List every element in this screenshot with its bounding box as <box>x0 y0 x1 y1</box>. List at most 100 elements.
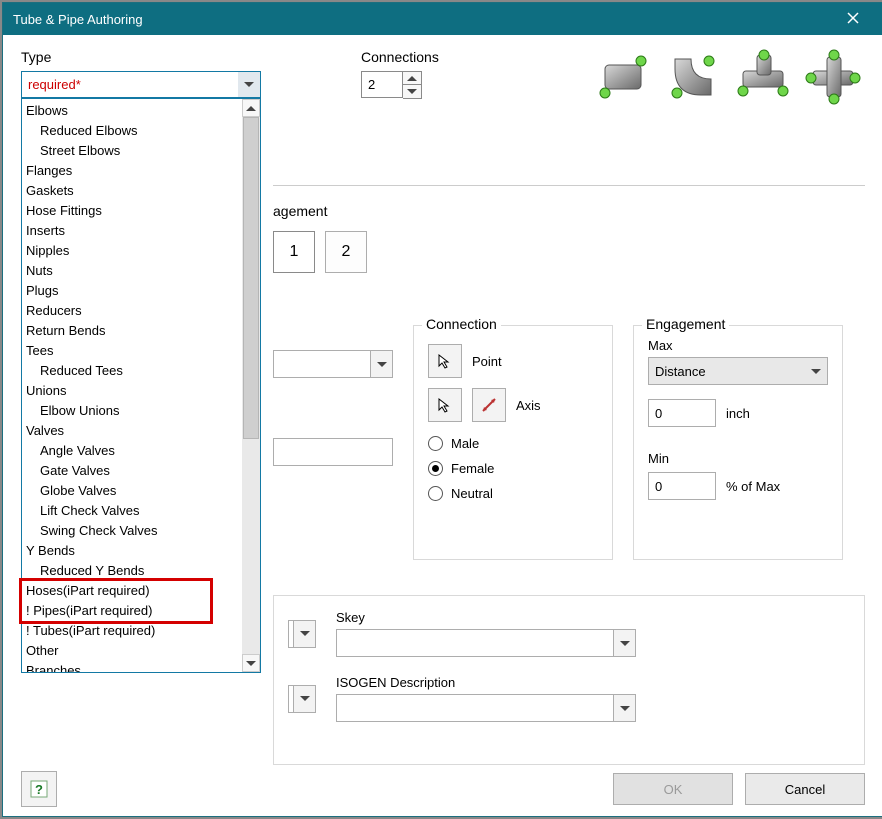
radio-female[interactable] <box>428 461 443 476</box>
chevron-down-icon <box>407 89 417 94</box>
type-option[interactable]: Reducers <box>22 301 242 321</box>
type-option[interactable]: Street Elbows <box>22 141 242 161</box>
skey-type-select[interactable] <box>288 620 316 648</box>
close-button[interactable] <box>833 12 873 27</box>
scroll-down-button[interactable] <box>242 654 260 672</box>
close-icon <box>847 12 859 24</box>
type-combo-wrap: required* ElbowsReduced ElbowsStreet Elb… <box>21 71 261 98</box>
scroll-track[interactable] <box>242 117 260 654</box>
chevron-down-icon <box>377 362 387 367</box>
type-option[interactable]: Swing Check Valves <box>22 521 242 541</box>
engagement-min-input[interactable]: 0 <box>648 472 716 500</box>
tab-2[interactable]: 2 <box>325 231 367 273</box>
pick-axis-flip-button[interactable] <box>472 388 506 422</box>
isogen-desc-select[interactable] <box>336 694 636 722</box>
type-option[interactable]: Elbow Unions <box>22 401 242 421</box>
window-title: Tube & Pipe Authoring <box>13 12 833 27</box>
chevron-down-icon <box>246 661 256 666</box>
type-combo-value: required* <box>28 77 254 92</box>
radio-male-label: Male <box>451 436 479 451</box>
connections-down[interactable] <box>403 85 421 98</box>
chevron-up-icon <box>407 76 417 81</box>
radio-male-row[interactable]: Male <box>428 436 598 451</box>
type-option[interactable]: Hoses(iPart required) <box>22 581 242 601</box>
type-option[interactable]: Reduced Tees <box>22 361 242 381</box>
type-option[interactable]: Tees <box>22 341 242 361</box>
scroll-thumb[interactable] <box>243 117 259 439</box>
connections-block: Connections 2 <box>361 49 439 99</box>
type-option[interactable]: Nipples <box>22 241 242 261</box>
radio-male[interactable] <box>428 436 443 451</box>
connections-label: Connections <box>361 49 439 65</box>
radio-neutral[interactable] <box>428 486 443 501</box>
nominal-size-input[interactable] <box>273 438 393 466</box>
engagement-max-unit: inch <box>726 406 750 421</box>
type-option[interactable]: Gaskets <box>22 181 242 201</box>
type-option[interactable]: Reduced Elbows <box>22 121 242 141</box>
type-option[interactable]: Angle Valves <box>22 441 242 461</box>
type-option[interactable]: Unions <box>22 381 242 401</box>
type-option[interactable]: Reduced Y Bends <box>22 561 242 581</box>
cancel-button[interactable]: Cancel <box>745 773 865 805</box>
chevron-up-icon <box>246 106 256 111</box>
type-option[interactable]: Lift Check Valves <box>22 501 242 521</box>
type-option[interactable]: Inserts <box>22 221 242 241</box>
ok-button[interactable]: OK <box>613 773 733 805</box>
connections-arrows <box>403 71 422 99</box>
type-option[interactable]: Plugs <box>22 281 242 301</box>
engagement-max-label: Max <box>648 338 828 353</box>
type-combo[interactable]: required* <box>21 71 261 98</box>
type-option[interactable]: Globe Valves <box>22 481 242 501</box>
type-option[interactable]: Branches <box>22 661 242 672</box>
tab-1[interactable]: 1 <box>273 231 315 273</box>
content-area: Type required* ElbowsReduced ElbowsStree… <box>3 35 882 816</box>
connections-up[interactable] <box>403 72 421 85</box>
titlebar: Tube & Pipe Authoring <box>3 3 882 35</box>
help-button[interactable]: ? <box>21 771 57 807</box>
select-drop[interactable] <box>370 351 392 377</box>
gender-radios: Male Female Neutral <box>428 436 598 501</box>
pick-point-button[interactable] <box>428 344 462 378</box>
select-drop[interactable] <box>293 686 315 712</box>
engagement-min-row: 0 % of Max <box>648 472 828 500</box>
cursor-icon <box>437 397 453 413</box>
fitting-cross-icon <box>805 49 865 109</box>
engagement-max-input[interactable]: 0 <box>648 399 716 427</box>
end-treatment-select[interactable] <box>273 350 393 378</box>
footer: ? OK Cancel <box>3 762 882 816</box>
chevron-down-icon <box>811 369 821 374</box>
type-option[interactable]: Valves <box>22 421 242 441</box>
type-option[interactable]: Return Bends <box>22 321 242 341</box>
type-option[interactable]: Hose Fittings <box>22 201 242 221</box>
fitting-elbow-icon <box>665 49 725 109</box>
top-row: Type required* ElbowsReduced ElbowsStree… <box>21 49 865 109</box>
type-option[interactable]: Elbows <box>22 101 242 121</box>
select-drop[interactable] <box>613 630 635 656</box>
skey-label: Skey <box>336 610 636 625</box>
type-option[interactable]: Other <box>22 641 242 661</box>
type-label: Type <box>21 49 261 65</box>
radio-neutral-row[interactable]: Neutral <box>428 486 598 501</box>
radio-female-row[interactable]: Female <box>428 461 598 476</box>
isogen-col: ISOGEN Description <box>336 675 636 722</box>
type-option[interactable]: Flanges <box>22 161 242 181</box>
skey-select[interactable] <box>336 629 636 657</box>
type-option[interactable]: Nuts <box>22 261 242 281</box>
engagement-max-type-drop[interactable] <box>805 358 827 384</box>
connection-group: Connection Point Axis <box>413 325 613 560</box>
type-combo-drop[interactable] <box>238 72 260 97</box>
type-option[interactable]: ! Tubes(iPart required) <box>22 621 242 641</box>
radio-neutral-label: Neutral <box>451 486 493 501</box>
type-option[interactable]: Gate Valves <box>22 461 242 481</box>
isogen-type-select[interactable] <box>288 685 316 713</box>
engagement-max-type[interactable]: Distance <box>648 357 828 385</box>
type-option[interactable]: Y Bends <box>22 541 242 561</box>
scroll-up-button[interactable] <box>242 99 260 117</box>
connection-tabs: 1 2 <box>273 231 367 273</box>
select-drop[interactable] <box>293 621 315 647</box>
connections-stepper[interactable]: 2 <box>361 71 439 99</box>
pick-axis-cursor-button[interactable] <box>428 388 462 422</box>
type-dropdown-scrollbar[interactable] <box>242 99 260 672</box>
select-drop[interactable] <box>613 695 635 721</box>
type-option[interactable]: ! Pipes(iPart required) <box>22 601 242 621</box>
